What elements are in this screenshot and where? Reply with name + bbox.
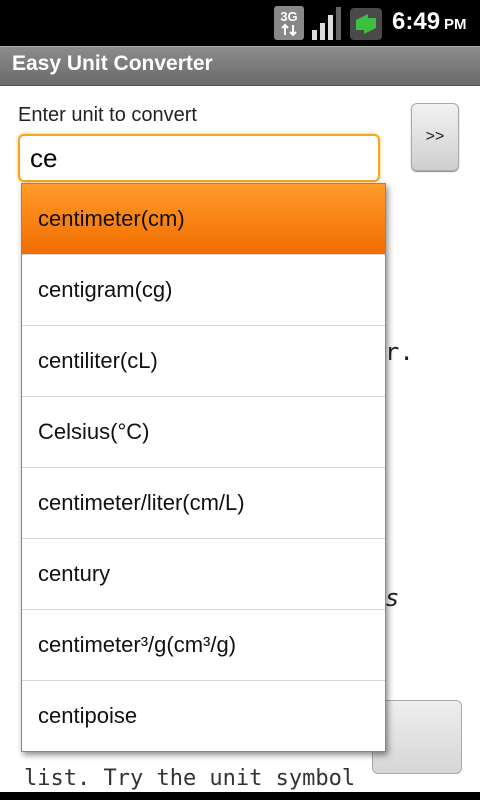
suggestion-item[interactable]: centimeter/liter(cm/L) xyxy=(22,468,385,539)
signal-icon xyxy=(312,7,341,40)
suggestion-item[interactable]: Celsius(°C) xyxy=(22,397,385,468)
unit-search-input[interactable] xyxy=(18,134,380,182)
suggestion-item[interactable]: centiliter(cL) xyxy=(22,326,385,397)
suggestion-item[interactable]: centimeter(cm) xyxy=(22,184,385,255)
autocomplete-dropdown: centimeter(cm) centigram(cg) centiliter(… xyxy=(21,183,386,752)
svg-text:3G: 3G xyxy=(280,9,297,24)
screen-bottom-edge xyxy=(0,792,480,800)
suggestion-item[interactable]: century xyxy=(22,539,385,610)
3g-icon: 3G xyxy=(274,6,304,40)
convert-next-button[interactable]: >> xyxy=(411,103,459,171)
help-text-footer: list. Try the unit symbol xyxy=(24,766,356,791)
app-title: Easy Unit Converter xyxy=(12,52,213,75)
status-bar: 3G 6:49 PM xyxy=(0,0,480,46)
suggestion-item[interactable]: centipoise xyxy=(22,681,385,751)
clock: 6:49 PM xyxy=(392,8,467,35)
title-bar: Easy Unit Converter xyxy=(0,46,480,86)
suggestion-item[interactable]: centimeter³/g(cm³/g) xyxy=(22,610,385,681)
battery-icon xyxy=(350,8,382,40)
unit-input-label: Enter unit to convert xyxy=(18,104,197,126)
suggestion-item[interactable]: centigram(cg) xyxy=(22,255,385,326)
